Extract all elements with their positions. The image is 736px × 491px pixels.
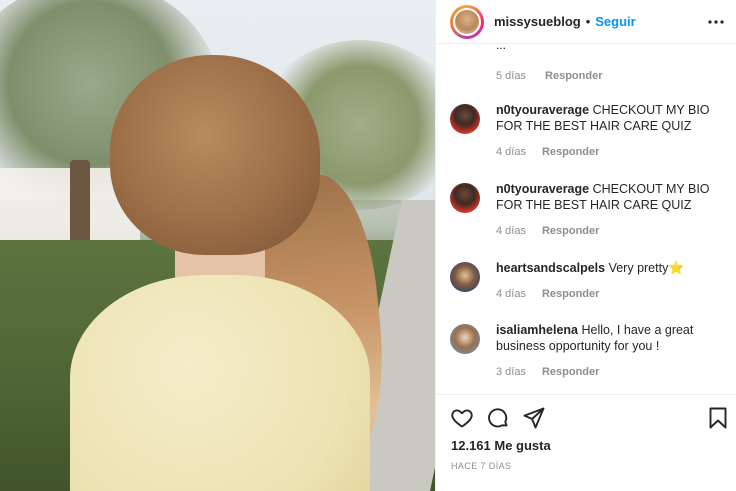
comment-time: 4 días [496, 288, 526, 300]
header-separator: • [585, 14, 591, 29]
bookmark-icon[interactable] [706, 406, 730, 430]
reply-button[interactable]: Responder [545, 70, 602, 82]
heart-icon[interactable] [450, 406, 474, 430]
comment-partial-text: ... [496, 44, 507, 52]
comment-content: Very pretty [608, 261, 669, 275]
comment-username[interactable]: n0tyouraverage [496, 182, 589, 196]
post-date[interactable]: HACE 7 DÍAS [451, 461, 511, 471]
comment-avatar[interactable] [450, 104, 480, 134]
instagram-post: missysueblog • Seguir ... 5 días Respond… [0, 0, 736, 491]
comment: n0tyouraverage CHECKOUT MY BIO FOR THE B… [450, 181, 730, 237]
star-emoji: ⭐ [668, 260, 685, 275]
photo-shirt [70, 275, 370, 491]
likes-count[interactable]: 12.161 Me gusta [451, 438, 551, 453]
post-side-panel: missysueblog • Seguir ... 5 días Respond… [435, 0, 736, 491]
reply-button[interactable]: Responder [542, 366, 599, 378]
comment: n0tyouraverage CHECKOUT MY BIO FOR THE B… [450, 102, 730, 158]
comment-meta: 3 días Responder [496, 366, 714, 378]
reply-button[interactable]: Responder [542, 225, 599, 237]
comment-meta: 5 días Responder [496, 70, 603, 82]
post-header: missysueblog • Seguir [436, 0, 736, 44]
comment-username[interactable]: heartsandscalpels [496, 261, 605, 275]
header-username[interactable]: missysueblog [494, 14, 581, 29]
comment-avatar[interactable] [450, 183, 480, 213]
comment-text: n0tyouraverage CHECKOUT MY BIO FOR THE B… [496, 181, 714, 213]
comment: heartsandscalpels Very pretty⭐ 4 días Re… [450, 260, 730, 300]
comment-meta: 4 días Responder [496, 225, 714, 237]
reply-button[interactable]: Responder [542, 288, 599, 300]
comment-time: 3 días [496, 366, 526, 378]
comment-text: n0tyouraverage CHECKOUT MY BIO FOR THE B… [496, 102, 714, 134]
photo-braided-hair [110, 55, 320, 255]
comment-text: heartsandscalpels Very pretty⭐ [496, 260, 714, 276]
comments-list[interactable]: ... 5 días Responder n0tyouraverage CHEC… [436, 44, 736, 394]
comment-username[interactable]: n0tyouraverage [496, 103, 589, 117]
comment-meta: 4 días Responder [496, 288, 714, 300]
reply-button[interactable]: Responder [542, 146, 599, 158]
more-options-icon[interactable] [707, 14, 725, 30]
comment-time: 4 días [496, 146, 526, 158]
post-actions: 12.161 Me gusta HACE 7 DÍAS [436, 394, 736, 491]
comment-icon[interactable] [486, 406, 510, 430]
comment-avatar[interactable] [450, 262, 480, 292]
profile-avatar-image [453, 7, 481, 36]
post-photo[interactable] [0, 0, 435, 491]
comment-username[interactable]: isaliamhelena [496, 323, 578, 337]
profile-avatar[interactable] [450, 4, 484, 39]
comment-meta: 4 días Responder [496, 146, 714, 158]
comment-time: 4 días [496, 225, 526, 237]
comment-text: isaliamhelena Hello, I have a great busi… [496, 322, 714, 354]
follow-button[interactable]: Seguir [595, 14, 635, 29]
comment-avatar[interactable] [450, 324, 480, 354]
comment: isaliamhelena Hello, I have a great busi… [450, 322, 730, 378]
share-icon[interactable] [522, 406, 546, 430]
comment-time: 5 días [496, 70, 526, 82]
